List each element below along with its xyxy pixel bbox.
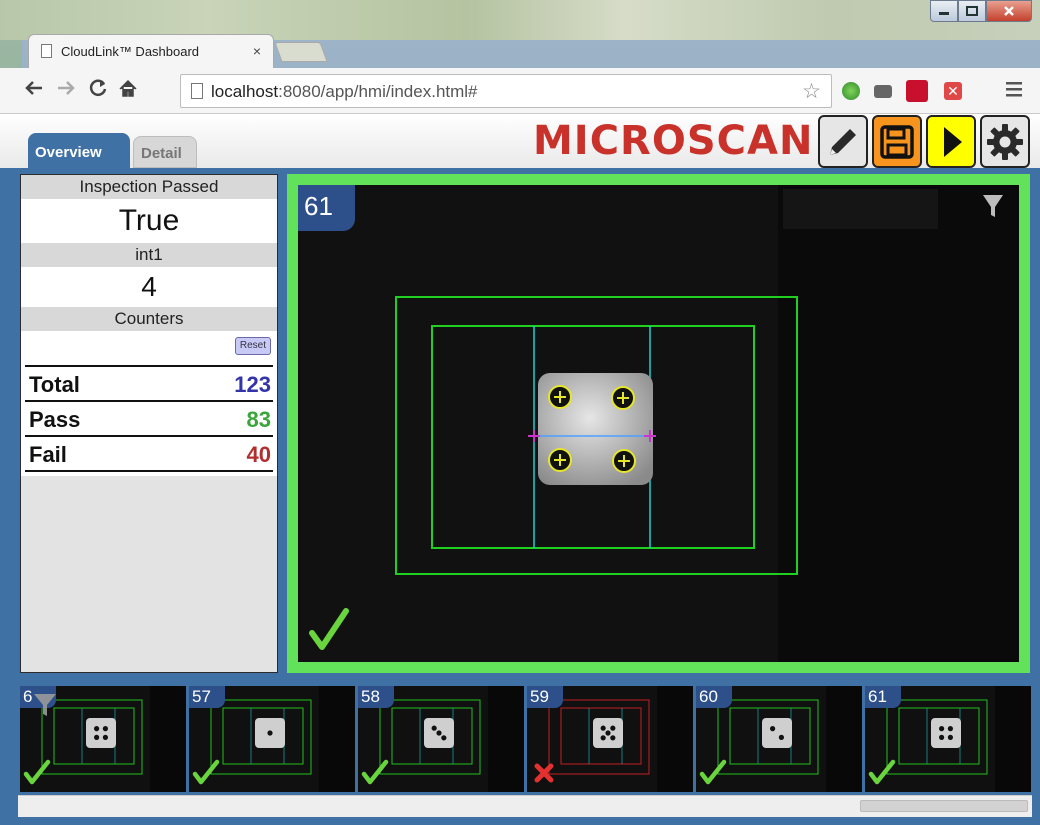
inspection-passed-label: Inspection Passed <box>21 175 277 199</box>
results-panel: Inspection Passed True int1 4 Counters R… <box>20 174 278 673</box>
tab-close-button[interactable]: × <box>253 43 261 59</box>
thumbnail-57[interactable]: 57 <box>189 686 355 792</box>
filmstrip-scrollbar[interactable] <box>18 795 1032 817</box>
reload-button[interactable] <box>88 78 108 104</box>
frame-number-badge: 61 <box>298 185 355 231</box>
reset-row: Reset <box>21 331 277 365</box>
browser-toolbar: localhost:8080/app/hmi/index.html# ☆ ✕ <box>0 68 1040 114</box>
hmi-app: Overview Detail MICROSCAN Inspection Pas… <box>0 114 1040 825</box>
home-button[interactable] <box>118 78 138 104</box>
close-icon <box>1004 6 1014 16</box>
inspection-passed-value: True <box>21 199 277 243</box>
gear-icon <box>987 123 1023 160</box>
browser-tab-title: CloudLink™ Dashboard <box>61 44 200 59</box>
thumbnail-58[interactable]: 58 <box>358 686 524 792</box>
maximize-button[interactable] <box>958 0 986 22</box>
mail-icon[interactable] <box>874 85 892 98</box>
close-window-button[interactable] <box>986 0 1032 22</box>
reset-button[interactable]: Reset <box>234 337 271 355</box>
extension-green-icon[interactable] <box>842 82 860 100</box>
extension-badge-icon[interactable] <box>906 80 928 102</box>
bookmark-star-icon[interactable]: ☆ <box>802 79 821 104</box>
counter-label: Total <box>29 372 80 397</box>
new-tab-button[interactable] <box>274 42 328 62</box>
thumbnail-60[interactable]: 60 <box>696 686 862 792</box>
back-arrow-icon <box>25 81 42 95</box>
page-icon <box>191 83 203 99</box>
int1-value: 4 <box>21 267 277 307</box>
address-bar[interactable]: localhost:8080/app/hmi/index.html# ☆ <box>180 74 832 108</box>
counter-label: Pass <box>29 407 81 432</box>
menu-icon[interactable] <box>1006 80 1022 98</box>
back-button[interactable] <box>24 78 44 104</box>
counter-row-total: Total 123 <box>25 365 273 400</box>
tab-detail[interactable]: Detail <box>133 136 197 168</box>
thumbnail-number: 59 <box>527 686 563 708</box>
counter-value: 40 <box>246 442 271 467</box>
counter-row-fail: Fail 40 <box>25 435 273 470</box>
play-icon <box>944 126 962 157</box>
int1-label: int1 <box>21 243 277 267</box>
counters-table: Total 123 Pass 83 Fail 40 <box>21 365 277 476</box>
thumbnail-number: 60 <box>696 686 732 708</box>
minimize-button[interactable] <box>930 0 958 22</box>
app-header: Overview Detail MICROSCAN <box>0 114 1040 170</box>
counter-value: 123 <box>234 372 271 397</box>
image-viewer: 61 <box>287 174 1030 673</box>
pencil-icon <box>830 128 856 155</box>
url-text: localhost:8080/app/hmi/index.html# <box>211 82 478 102</box>
counter-label: Fail <box>29 442 67 467</box>
reload-icon <box>89 79 107 96</box>
counter-row-pass: Pass 83 <box>25 400 273 435</box>
tab-overview[interactable]: Overview <box>28 133 130 169</box>
run-button[interactable] <box>926 115 976 168</box>
microscan-logo: MICROSCAN <box>533 118 814 164</box>
image-tools-overlay[interactable] <box>783 189 938 229</box>
minimize-icon <box>939 12 949 15</box>
thumbnail-number: 58 <box>358 686 394 708</box>
url-host: localhost <box>211 82 279 101</box>
forward-button[interactable] <box>56 78 76 104</box>
url-path: :8080/app/hmi/index.html# <box>278 82 478 101</box>
counters-label: Counters <box>21 307 277 331</box>
counter-value: 83 <box>246 407 271 432</box>
browser-tab[interactable]: CloudLink™ Dashboard × <box>28 34 274 68</box>
maximize-icon <box>966 6 978 16</box>
page-icon <box>41 44 52 58</box>
save-icon <box>880 124 914 159</box>
thumbnail-59[interactable]: 59 <box>527 686 693 792</box>
thumbnail-number: 57 <box>189 686 225 708</box>
thumbnail-61[interactable]: 61 <box>865 686 1031 792</box>
inspection-overlay <box>298 185 1019 662</box>
spacer <box>21 472 277 476</box>
edit-button[interactable] <box>818 115 868 168</box>
inspection-image[interactable]: 61 <box>298 185 1019 662</box>
filmstrip: 6 57 58 59 60 61 <box>18 684 1032 796</box>
extension-close-icon[interactable]: ✕ <box>944 82 962 100</box>
settings-button[interactable] <box>980 115 1030 168</box>
filter-icon[interactable] <box>32 690 62 720</box>
forward-arrow-icon <box>58 81 75 95</box>
thumbnail-6[interactable]: 6 <box>20 686 186 792</box>
home-icon <box>119 79 137 97</box>
thumbnail-number: 61 <box>865 686 901 708</box>
scrollbar-thumb[interactable] <box>860 800 1028 812</box>
browser-window: CloudLink™ Dashboard × localhost:8080/ap… <box>0 0 1040 825</box>
save-button[interactable] <box>872 115 922 168</box>
window-controls <box>930 0 1032 22</box>
